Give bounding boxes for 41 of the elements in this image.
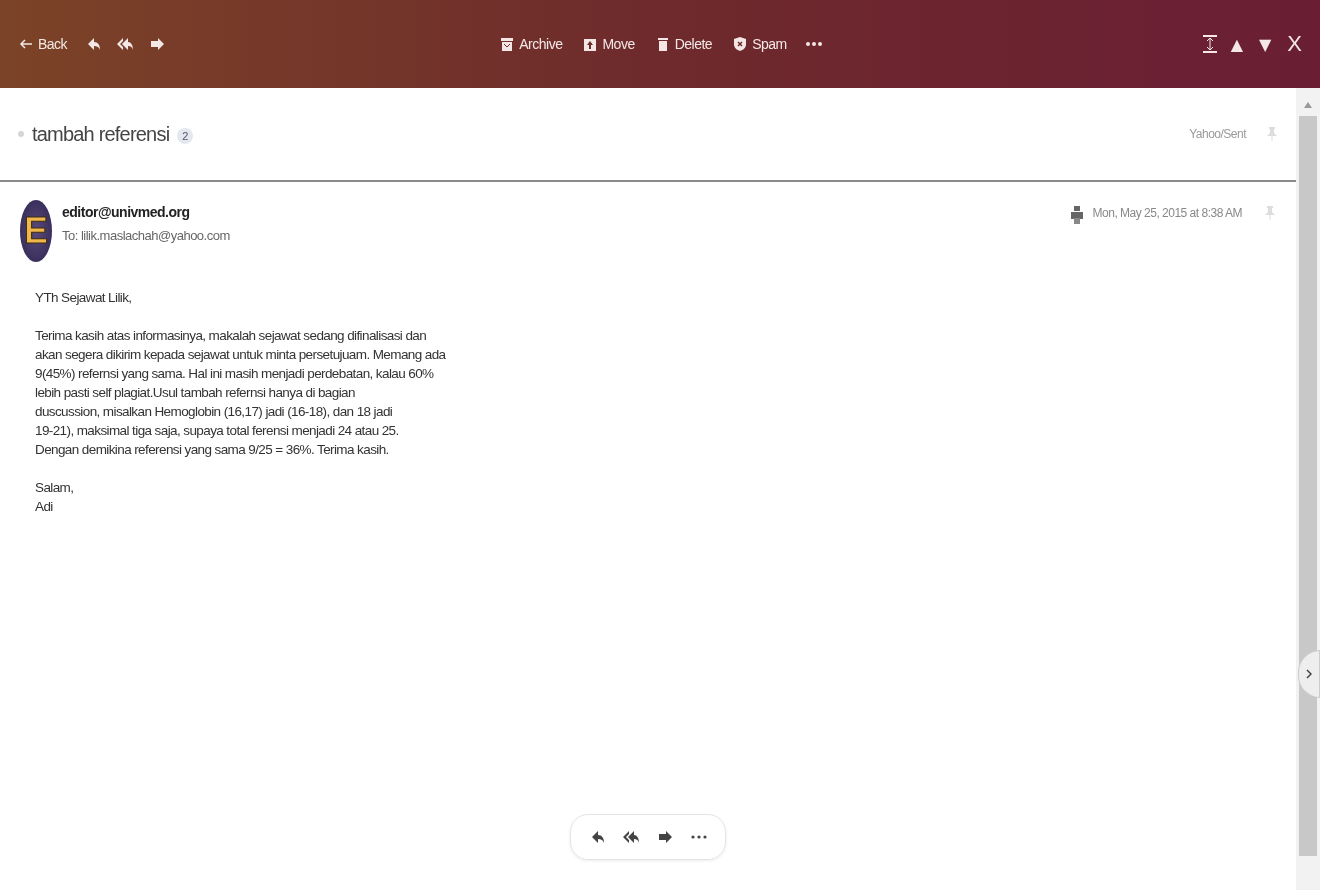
scrollbar[interactable] [1296, 88, 1320, 890]
closing: Salam, [35, 480, 74, 495]
move-icon [582, 36, 599, 52]
body-text-line: Dengan demikina referensi yang sama 9/25 = 36%. Terima kasih. [35, 442, 389, 457]
message-date: Mon, May 25, 2015 at 8:38 AM [1092, 206, 1242, 220]
collapse-icon[interactable] [1202, 35, 1217, 53]
avatar: E [20, 200, 52, 262]
print-icon[interactable] [1070, 206, 1083, 224]
spam-icon [732, 36, 749, 52]
folder-label: Yahoo/Sent [1189, 127, 1246, 141]
reply-all-icon[interactable] [117, 36, 134, 52]
body-text-line: 9(45%) refernsi yang sama. Hal ini masih menjadi perdebatan, kalau 60% [35, 366, 434, 381]
body-text-line: duscussion, misalkan Hemoglobin (16,17) jadi (16-18), dan 18 jadi [35, 404, 393, 419]
message-count: 2 [177, 128, 194, 144]
delete-button[interactable]: Delete [652, 34, 715, 54]
body-text-line: akan segera dikirim kepada sejawat untuk minta persetujuam. Memang ada [35, 347, 446, 362]
forward-icon [657, 829, 673, 845]
unread-dot-icon [18, 131, 24, 137]
body-text-line: 19-21), maksimal tiga saja, supaya total ferensi menjadi 24 atau 25. [35, 423, 399, 438]
scroll-up-icon[interactable] [1304, 102, 1312, 108]
more-icon[interactable] [804, 41, 823, 47]
next-button[interactable]: ▼ [1257, 32, 1274, 56]
recipient-address: To: lilik.maslachah@yahoo.com [62, 228, 230, 243]
spam-button[interactable]: Spam [730, 34, 789, 54]
previous-button[interactable]: ▲ [1228, 32, 1245, 56]
archive-button[interactable]: Archive [497, 34, 565, 54]
reply-all-icon [623, 829, 639, 845]
forward-button[interactable] [657, 829, 673, 845]
signature: Adi [35, 499, 53, 514]
back-button[interactable]: Back [16, 34, 70, 54]
archive-icon [499, 36, 516, 52]
move-button[interactable]: Move [580, 34, 637, 54]
forward-icon[interactable] [149, 36, 166, 52]
reply-all-button[interactable] [623, 829, 639, 845]
sender-address: editor@univmed.org [62, 204, 191, 220]
body-text-line: lebih pasti self plagiat.Usul tambah refernsi hanya di bagian [35, 385, 355, 400]
close-button[interactable]: X [1285, 29, 1304, 59]
chevron-right-icon [1306, 669, 1312, 679]
subject: tambah referensi [32, 122, 170, 146]
greeting: YTh Sejawat Lilik, [35, 290, 132, 305]
body-text-line: Terima kasih atas informasinya, makalah sejawat sedang difinalisasi dan [35, 328, 427, 343]
